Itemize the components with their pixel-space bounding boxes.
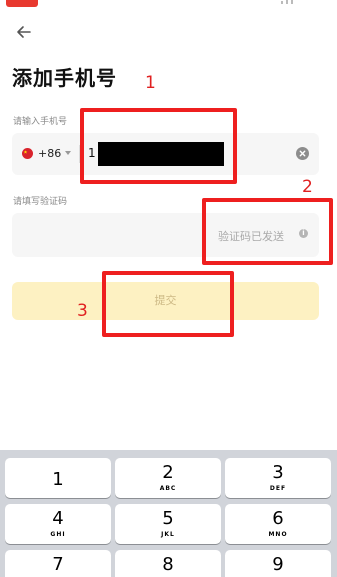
annotation-box-3 [102,271,234,337]
key-number: 1 [52,469,64,490]
annotation-number-2: 2 [302,177,313,197]
key-letters: DEF [269,485,287,492]
clear-icon[interactable] [296,147,309,160]
key-3[interactable]: 3 DEF [225,458,331,498]
annotation-box-1 [80,108,237,184]
key-1[interactable]: 1 [5,458,111,498]
back-arrow-icon[interactable] [14,22,34,42]
key-5[interactable]: 5 JKL [115,504,221,544]
status-bar-app-badge [6,0,38,7]
china-flag-icon [22,148,33,159]
key-4[interactable]: 4 GHI [5,504,111,544]
phone-field-label: 请输入手机号 [13,117,68,127]
key-number: 9 [272,554,284,575]
key-number: 4 [52,508,64,529]
key-number: 8 [162,554,174,575]
key-9[interactable]: 9 [225,550,331,577]
key-number: 5 [162,508,174,529]
key-letters: MNO [268,531,288,538]
key-letters: GHI [50,531,66,538]
key-letters: JKL [161,531,175,538]
signal-icon [281,0,301,4]
numeric-keyboard: 1 2 ABC 3 DEF 4 GHI 5 JKL 6 MNO 7 8 9 [0,450,337,577]
key-number: 2 [162,462,174,483]
key-number: 6 [272,508,284,529]
key-number: 7 [52,554,64,575]
key-7[interactable]: 7 [5,550,111,577]
key-2[interactable]: 2 ABC [115,458,221,498]
status-bar [0,0,337,12]
page-title: 添加手机号 [12,66,117,90]
code-field-label: 请填写验证码 [13,197,68,207]
chevron-down-icon[interactable] [65,151,71,155]
annotation-number-3: 3 [77,301,88,321]
key-8[interactable]: 8 [115,550,221,577]
key-6[interactable]: 6 MNO [225,504,331,544]
annotation-box-2 [202,198,333,265]
country-code-selector[interactable]: +86 [38,147,61,160]
key-letters: ABC [159,485,177,492]
key-number: 3 [272,462,284,483]
annotation-number-1: 1 [145,73,156,93]
